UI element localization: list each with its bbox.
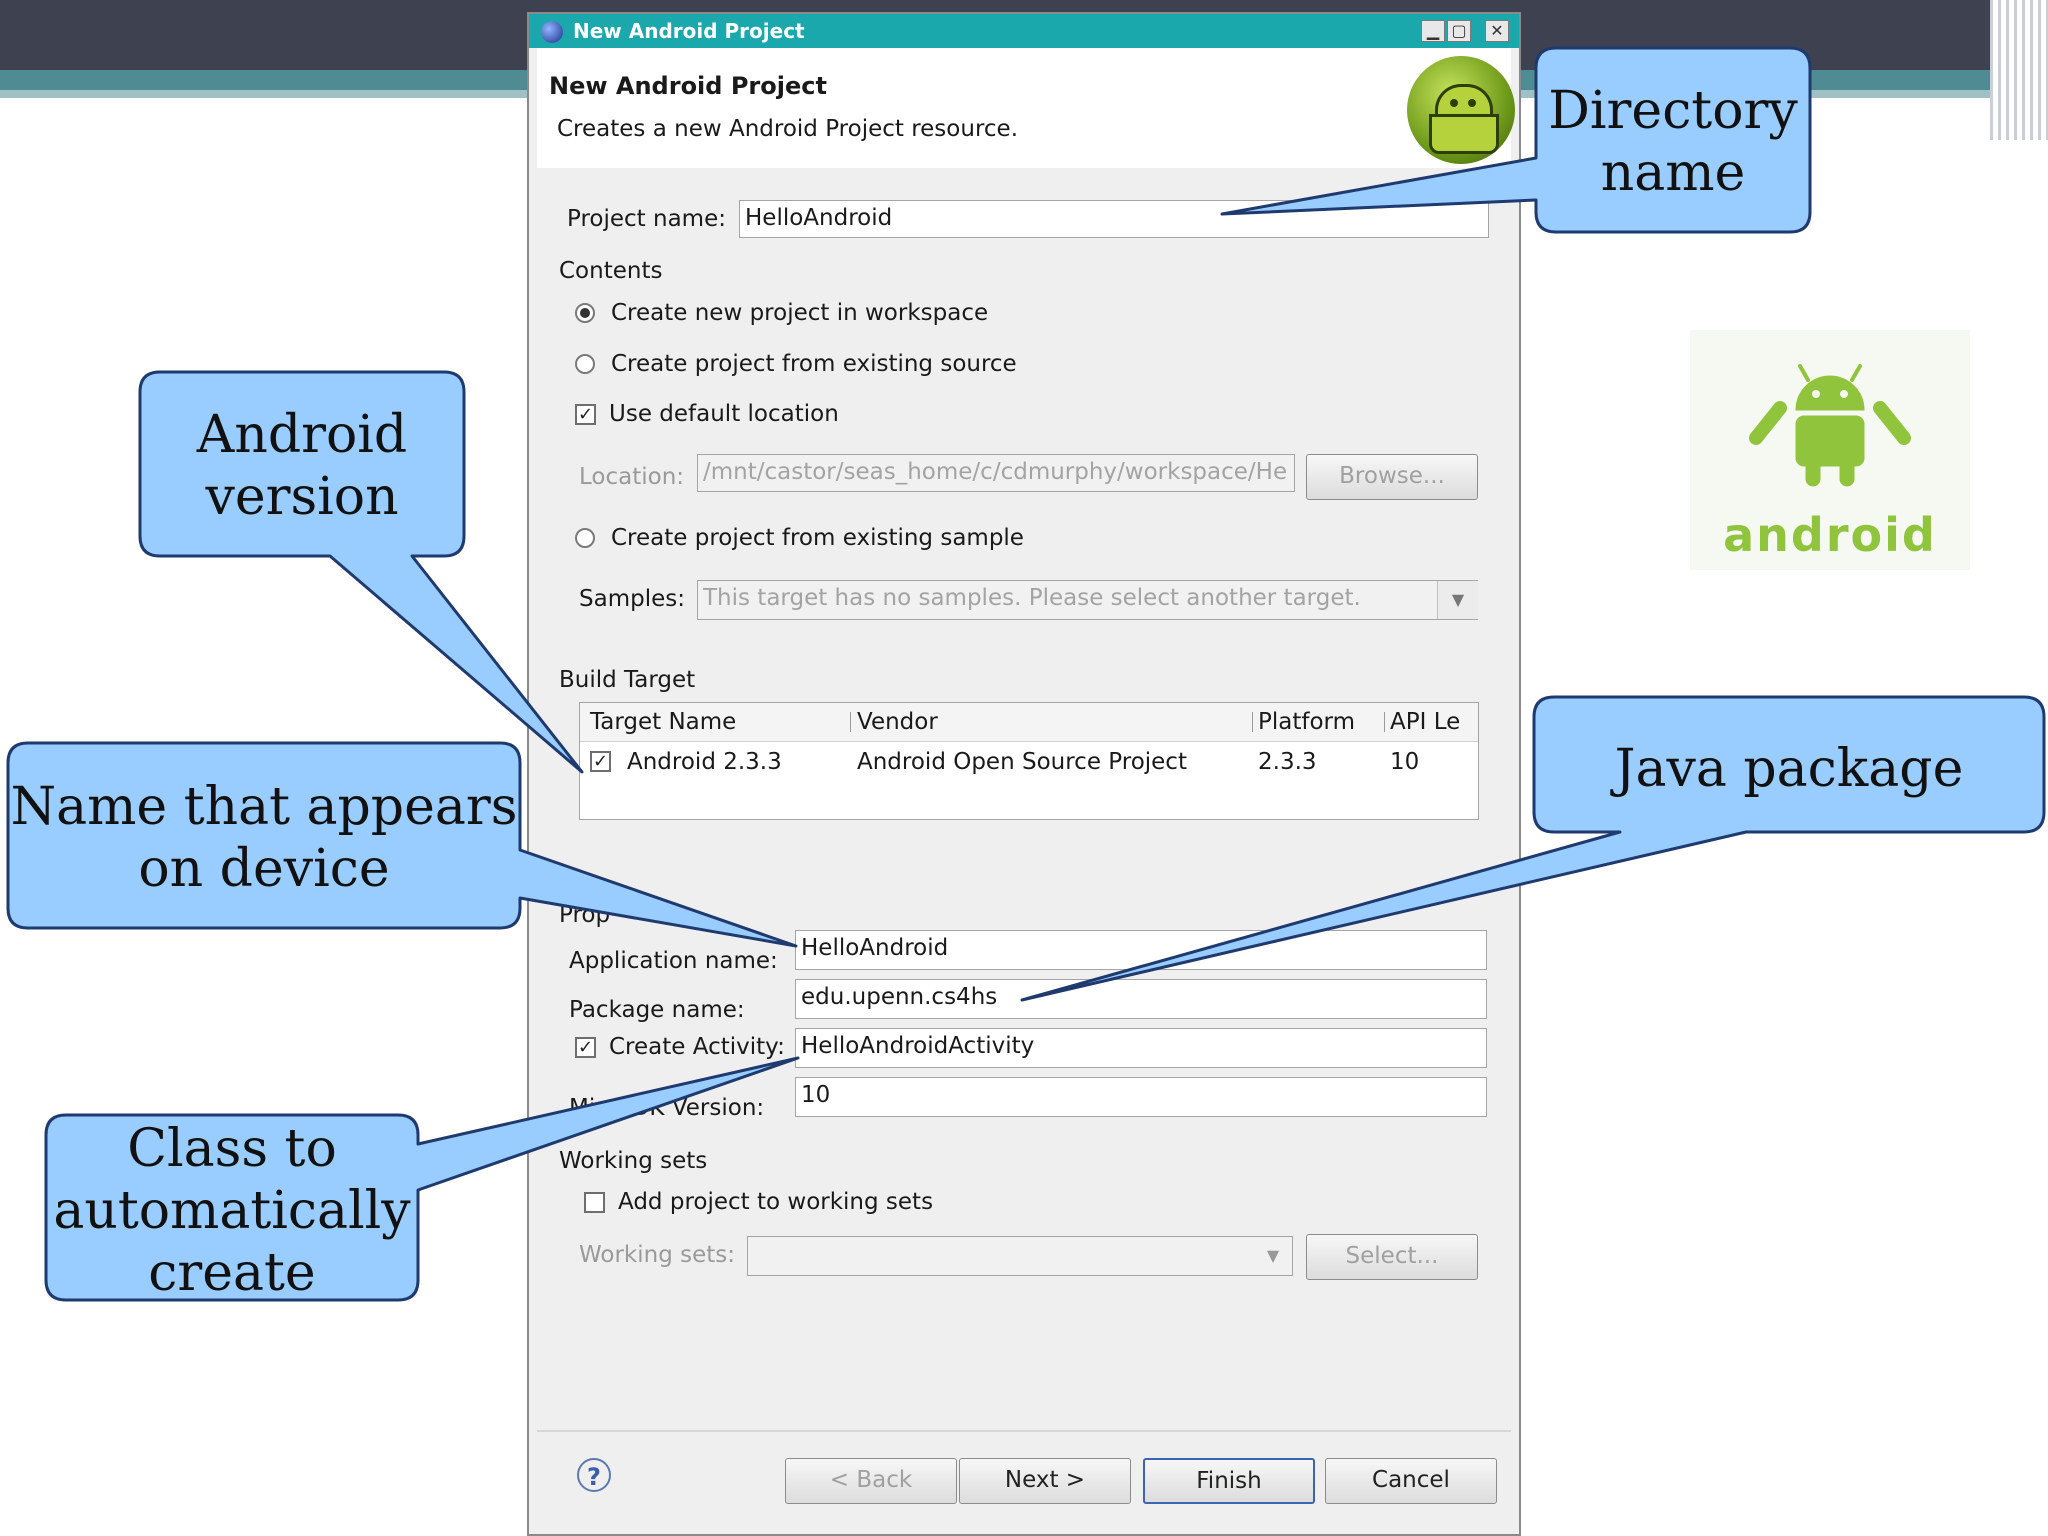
wizard-description: Creates a new Android Project resource. — [557, 116, 1018, 142]
build-target-group-label: Build Target — [559, 667, 696, 693]
working-sets-select[interactable] — [747, 1236, 1293, 1276]
samples-label: Samples: — [579, 586, 685, 612]
new-android-project-dialog: New Android Project ▁ ▢ ✕ New Android Pr… — [527, 12, 1521, 1536]
min-sdk-input[interactable]: 10 — [795, 1077, 1487, 1117]
callout-line: automatically — [53, 1181, 411, 1241]
build-target-table: Target Name Vendor Platform API Le ✓ And… — [579, 702, 1479, 820]
callout-line: Directory — [1548, 81, 1798, 141]
android-eye-icon — [1450, 99, 1458, 107]
minimize-button[interactable]: ▁ — [1421, 20, 1445, 42]
close-button[interactable]: ✕ — [1485, 20, 1509, 42]
contents-group-label: Contents — [559, 258, 663, 284]
location-input[interactable]: /mnt/castor/seas_home/c/cdmurphy/workspa… — [697, 454, 1295, 492]
table-cell[interactable]: 2.3.3 — [1258, 747, 1317, 777]
existing-sample-radio[interactable] — [575, 528, 595, 548]
window-title: New Android Project — [573, 19, 805, 43]
browse-button[interactable]: Browse... — [1306, 454, 1478, 500]
slide-decor-bars — [1990, 0, 2048, 140]
footer-divider — [537, 1430, 1511, 1432]
callout-line: name — [1600, 143, 1746, 203]
package-name-label: Package name: — [569, 997, 745, 1023]
column-header[interactable]: Vendor — [857, 707, 938, 737]
back-button[interactable]: < Back — [785, 1458, 957, 1504]
new-project-radio[interactable] — [575, 303, 595, 323]
working-sets-field-label: Working sets: — [579, 1242, 736, 1268]
location-label: Location: — [579, 464, 685, 490]
table-cell[interactable]: Android 2.3.3 — [627, 747, 782, 777]
project-name-input[interactable]: HelloAndroid — [739, 200, 1489, 238]
wizard-title: New Android Project — [549, 72, 827, 100]
existing-sample-radio-label[interactable]: Create project from existing sample — [611, 523, 1024, 553]
create-activity-input[interactable]: HelloAndroidActivity — [795, 1028, 1487, 1068]
android-brand-logo: android — [1690, 330, 1970, 570]
title-bar: New Android Project ▁ ▢ ✕ — [529, 14, 1519, 48]
add-working-sets-checkbox[interactable] — [584, 1192, 605, 1213]
app-name-input[interactable]: HelloAndroid — [795, 930, 1487, 970]
android-wordmark: android — [1723, 508, 1937, 562]
callout-line: Name that appears — [10, 777, 518, 837]
properties-group-label: Prop — [559, 902, 611, 928]
next-button[interactable]: Next > — [959, 1458, 1131, 1504]
project-name-label: Project name: — [567, 206, 726, 232]
chevron-down-icon[interactable]: ▼ — [1254, 1237, 1292, 1275]
package-name-input[interactable]: edu.upenn.cs4hs — [795, 979, 1487, 1019]
callout-directory-text: Directory name — [1536, 80, 1810, 204]
callout-android-text: Android version — [140, 404, 464, 528]
callout-line: Class to — [127, 1119, 337, 1179]
column-separator — [1384, 712, 1385, 732]
callout-line: on device — [138, 839, 390, 899]
callout-line: version — [205, 467, 399, 527]
table-cell[interactable]: Android Open Source Project — [857, 747, 1187, 777]
android-eye-icon — [1468, 99, 1476, 107]
target-checkbox[interactable]: ✓ — [590, 751, 611, 772]
new-project-radio-label[interactable]: Create new project in workspace — [611, 298, 988, 328]
help-icon[interactable]: ? — [577, 1458, 611, 1492]
default-location-checkbox[interactable]: ✓ — [575, 404, 596, 425]
callout-java-text: Java package — [1534, 738, 2044, 800]
create-activity-label[interactable]: Create Activity: — [609, 1032, 785, 1062]
finish-button[interactable]: Finish — [1143, 1458, 1315, 1504]
android-body-icon — [1429, 114, 1499, 154]
column-separator — [1252, 712, 1253, 732]
column-header[interactable]: Target Name — [590, 707, 736, 737]
callout-line: Java package — [1614, 739, 1964, 799]
existing-source-radio[interactable] — [575, 354, 595, 374]
working-sets-group-label: Working sets — [559, 1148, 708, 1174]
column-header[interactable]: Platform — [1258, 707, 1355, 737]
min-sdk-label: Min SDK Version: — [569, 1095, 765, 1121]
chevron-down-icon[interactable]: ▼ — [1437, 581, 1478, 619]
cancel-button[interactable]: Cancel — [1325, 1458, 1497, 1504]
callout-line: Android — [196, 405, 408, 465]
existing-source-radio-label[interactable]: Create project from existing source — [611, 349, 1017, 379]
table-cell[interactable]: 10 — [1390, 747, 1419, 777]
app-name-label: Application name: — [569, 948, 778, 974]
column-separator — [850, 712, 851, 732]
callout-device-text: Name that appears on device — [8, 776, 520, 900]
create-activity-checkbox[interactable]: ✓ — [575, 1037, 596, 1058]
default-location-label[interactable]: Use default location — [609, 399, 839, 429]
callout-class-text: Class to automatically create — [46, 1118, 418, 1304]
table-header: Target Name Vendor Platform API Le — [580, 703, 1478, 742]
maximize-button[interactable]: ▢ — [1447, 20, 1471, 42]
android-head-icon — [1435, 84, 1493, 115]
android-wizard-icon — [1407, 56, 1515, 164]
wizard-header: New Android Project Creates a new Androi… — [537, 48, 1515, 168]
select-button[interactable]: Select... — [1306, 1234, 1478, 1280]
column-header[interactable]: API Le — [1390, 707, 1460, 737]
add-working-sets-label[interactable]: Add project to working sets — [618, 1187, 933, 1217]
android-robot-icon — [1749, 364, 1911, 487]
eclipse-icon — [541, 21, 563, 43]
callout-line: create — [148, 1243, 316, 1303]
samples-select[interactable]: This target has no samples. Please selec… — [697, 580, 1478, 620]
